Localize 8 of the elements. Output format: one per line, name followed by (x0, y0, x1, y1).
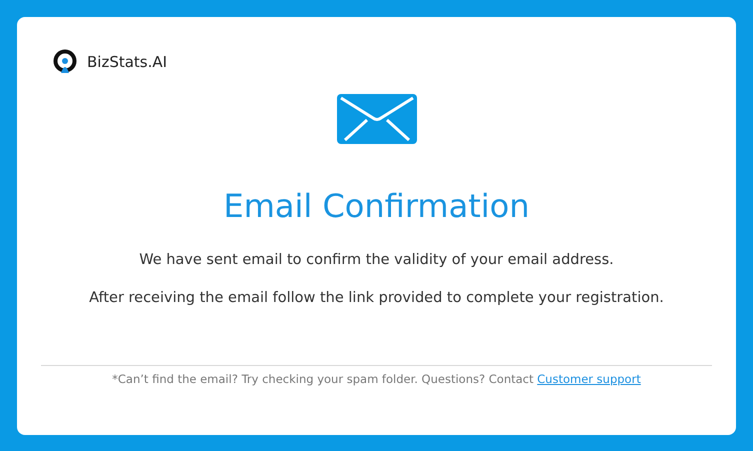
envelope-icon (336, 94, 416, 144)
footer-note: *Can’t find the email? Try checking your spam folder. Questions? Contact Customer support (111, 372, 642, 386)
message-text: We have sent email to confirm the validity of your email address. (139, 251, 614, 270)
message-text: After receiving the email follow the link provided to complete your registration. (89, 289, 664, 308)
brand-name: BizStats.AI (87, 53, 168, 71)
page-title: Email Confirmation (224, 186, 530, 227)
support-link[interactable]: Customer support (537, 372, 641, 386)
logo-icon (53, 49, 77, 75)
